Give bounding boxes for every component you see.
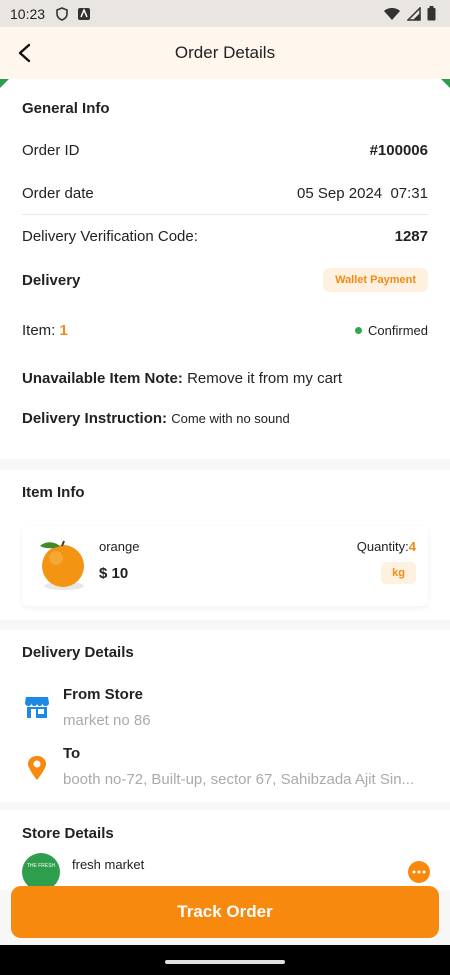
arrow-left-icon (18, 43, 31, 63)
delivery-label: Delivery (22, 271, 81, 289)
order-id-value: #100006 (369, 142, 428, 159)
item-count: Item: 1 (22, 322, 68, 339)
payment-badge: Wallet Payment (323, 268, 428, 292)
delivery-row: Delivery Wallet Payment (22, 268, 428, 292)
divider (22, 214, 428, 215)
chat-button[interactable] (408, 861, 430, 883)
unavailable-note-value: Remove it from my cart (187, 370, 343, 387)
list-item[interactable]: orange $ 10 Quantity:4 kg (22, 526, 428, 606)
page-title: Order Details (174, 43, 276, 62)
system-nav-bar (0, 945, 450, 975)
status-text: Confirmed (368, 323, 428, 338)
signal-icon (407, 6, 421, 21)
order-date-value: 05 Sep 2024 07:31 (297, 185, 428, 202)
from-store-label: From Store (63, 686, 144, 703)
item-quantity: Quantity:4 (357, 539, 416, 554)
delivery-instruction-value: Come with no sound (171, 411, 290, 426)
general-info-title: General Info (22, 100, 110, 117)
store-details-card (0, 810, 450, 890)
home-gesture-handle[interactable] (165, 960, 285, 964)
wifi-icon (384, 7, 400, 20)
shield-icon (56, 6, 68, 21)
item-info-title: Item Info (22, 484, 85, 501)
store-name: fresh market (72, 857, 145, 872)
item-quantity-label: Quantity: (356, 539, 409, 554)
from-store-value: market no 86 (63, 712, 151, 729)
orange-product-image (40, 540, 84, 590)
delivery-details-title: Delivery Details (22, 644, 134, 661)
store-details-title: Store Details (22, 825, 114, 842)
corner-accent-left (0, 79, 9, 88)
delivery-instruction-label: Delivery Instruction: (22, 410, 168, 427)
unit-badge: kg (381, 562, 416, 584)
track-order-button[interactable]: Track Order (11, 886, 439, 938)
corner-accent-right (441, 79, 450, 88)
to-label: To (63, 745, 81, 762)
location-pin-icon (28, 756, 46, 780)
order-date-row: Order date 05 Sep 2024 07:31 (22, 185, 428, 202)
status-time: 10:23 (10, 5, 46, 22)
status-bar: 10:23 (0, 0, 450, 27)
unavailable-note: Unavailable Item Note: Remove it from my… (22, 370, 428, 387)
order-id-label: Order ID (22, 142, 80, 159)
store-icon (25, 697, 49, 718)
order-id-row: Order ID #100006 (22, 142, 428, 159)
status-badge: Confirmed (355, 323, 428, 338)
unavailable-note-label: Unavailable Item Note: (22, 370, 183, 387)
verification-code: 1287 (394, 228, 428, 245)
more-horizontal-icon (412, 870, 426, 874)
item-price: $ 10 (99, 565, 129, 582)
svg-text:THE FRESH: THE FRESH (27, 863, 56, 869)
item-count-label: Item: (22, 322, 56, 339)
status-dot-icon (355, 327, 363, 334)
app-bar: Order Details (0, 27, 450, 79)
item-count-value: 1 (59, 322, 68, 339)
battery-icon (427, 6, 436, 21)
to-address: booth no-72, Built-up, sector 67, Sahibz… (63, 771, 415, 788)
app-badge-icon (78, 7, 91, 20)
item-name: orange (99, 539, 140, 554)
item-status-row: Item: 1 Confirmed (22, 322, 428, 339)
item-quantity-value: 4 (408, 539, 416, 554)
delivery-instruction: Delivery Instruction: Come with no sound (22, 410, 428, 427)
order-date-label: Order date (22, 185, 94, 202)
verification-label: Delivery Verification Code: (22, 228, 198, 245)
verification-row: Delivery Verification Code: 1287 (22, 228, 428, 245)
back-button[interactable] (12, 40, 38, 66)
